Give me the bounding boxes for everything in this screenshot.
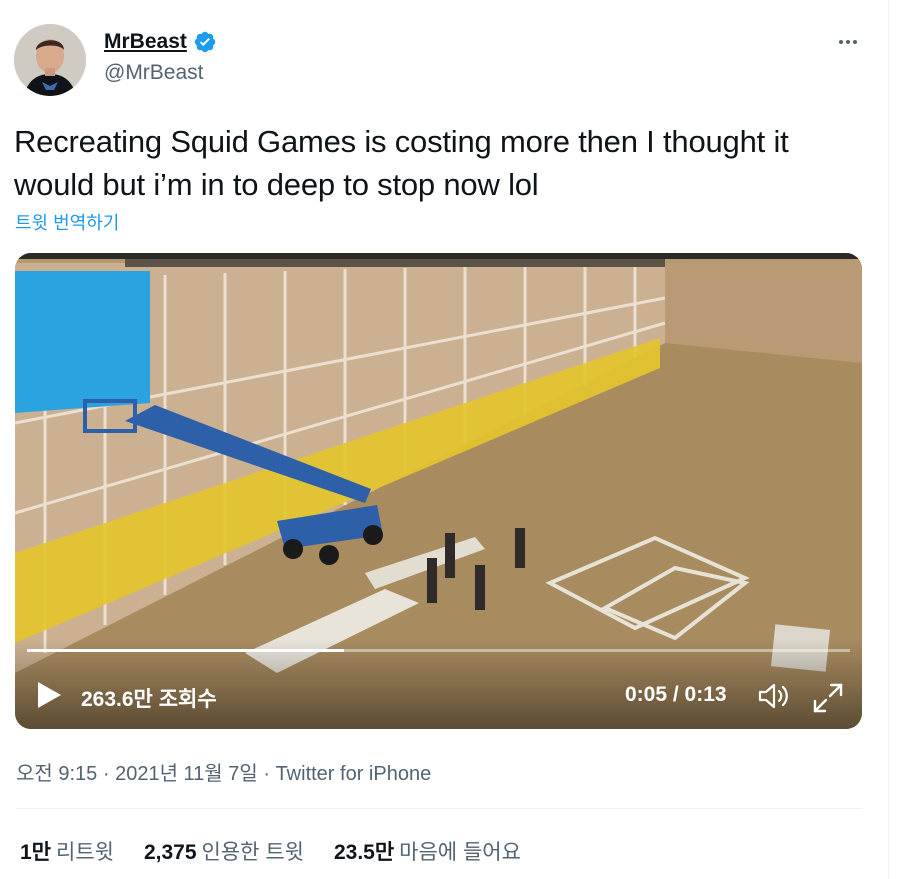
quotes-count: 2,375 [143, 841, 197, 864]
tweet-meta: 오전 9:15 · 2021년 11월 7일 · Twitter for iPh… [16, 757, 431, 786]
quotes-stat[interactable]: 2,375 인용한 트윗 [144, 836, 304, 866]
quotes-label: 인용한 트윗 [201, 841, 304, 864]
retweets-count: 1만 [20, 841, 51, 864]
likes-count: 23.5만 [333, 841, 395, 864]
divider [16, 808, 863, 809]
likes-label: 마음에 들어요 [399, 841, 521, 864]
video-time: 0:05 / 0:13 [625, 683, 727, 706]
tweet-text: Recreating Squid Games is costing more t… [14, 124, 789, 202]
meta-separator: · [97, 763, 116, 785]
retweets-label: 리트윗 [56, 841, 114, 864]
author-name-row: MrBeast [104, 30, 217, 54]
avatar[interactable] [14, 24, 86, 96]
play-icon[interactable] [35, 680, 63, 710]
volume-icon[interactable] [757, 681, 791, 711]
tweet-date[interactable]: 2021년 11월 7일 [115, 763, 258, 785]
tweet-card: MrBeast @MrBeast Recreating Squid Games … [0, 0, 889, 879]
verified-badge-icon [194, 31, 216, 53]
translate-link[interactable]: 트윗 번역하기 [15, 209, 119, 235]
view-count: 263.6만 조회수 [81, 688, 217, 711]
display-name[interactable]: MrBeast [104, 30, 187, 54]
more-icon[interactable] [832, 30, 864, 54]
video-player[interactable]: 263.6만 조회수 0:05 / 0:13 [15, 253, 862, 729]
retweets-stat[interactable]: 1만 리트윗 [20, 836, 114, 866]
likes-stat[interactable]: 23.5만 마음에 들어요 [334, 836, 521, 866]
tweet-time[interactable]: 오전 9:15 [16, 763, 97, 785]
tweet-source-app[interactable]: Twitter for iPhone [276, 763, 432, 785]
meta-separator-2: · [257, 763, 276, 785]
fullscreen-icon[interactable] [811, 681, 845, 715]
video-frame [15, 253, 862, 729]
video-progress-fill [27, 649, 344, 652]
tweet-stats: 1만 리트윗 2,375 인용한 트윗 23.5만 마음에 들어요 [20, 836, 551, 866]
video-progress-bar[interactable] [27, 649, 850, 652]
handle[interactable]: @MrBeast [104, 61, 204, 85]
